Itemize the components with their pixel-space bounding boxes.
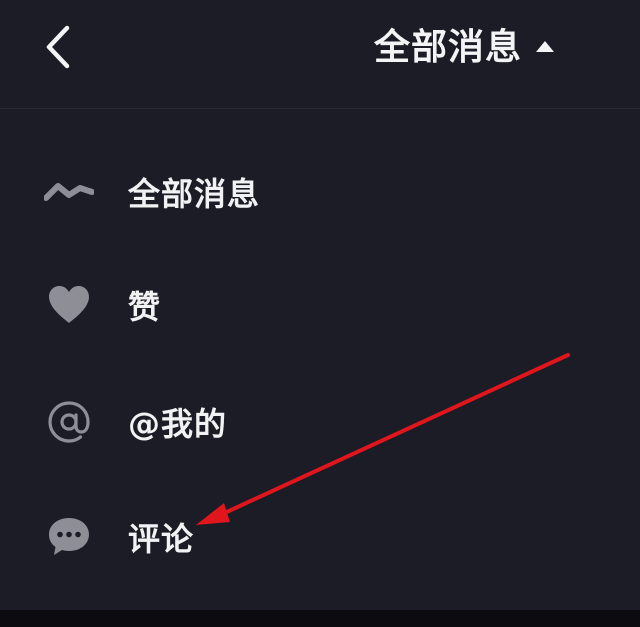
menu-item-comments[interactable]: 评论 <box>0 487 640 587</box>
filter-menu: 全部消息 赞 @我的 评论 <box>0 109 640 609</box>
menu-item-label: 评论 <box>128 520 195 558</box>
menu-item-all-messages[interactable]: 全部消息 <box>0 142 640 242</box>
chevron-left-icon <box>46 25 70 69</box>
at-sign-icon <box>42 395 96 449</box>
caret-up-icon <box>536 40 554 52</box>
menu-item-label: 赞 <box>128 288 162 326</box>
menu-item-mentions[interactable]: @我的 <box>0 372 640 472</box>
top-bar: 全部消息 <box>0 0 640 108</box>
message-filter-dropdown[interactable]: 全部消息 <box>374 22 554 74</box>
comment-bubble-icon <box>42 510 96 564</box>
bottom-edge <box>0 610 640 627</box>
activity-wave-icon <box>42 165 96 219</box>
menu-item-label: 全部消息 <box>128 175 261 213</box>
heart-icon <box>42 278 96 332</box>
page-title: 全部消息 <box>373 27 522 68</box>
menu-item-label: @我的 <box>128 405 228 443</box>
back-button[interactable] <box>30 18 86 76</box>
menu-item-likes[interactable]: 赞 <box>0 255 640 355</box>
